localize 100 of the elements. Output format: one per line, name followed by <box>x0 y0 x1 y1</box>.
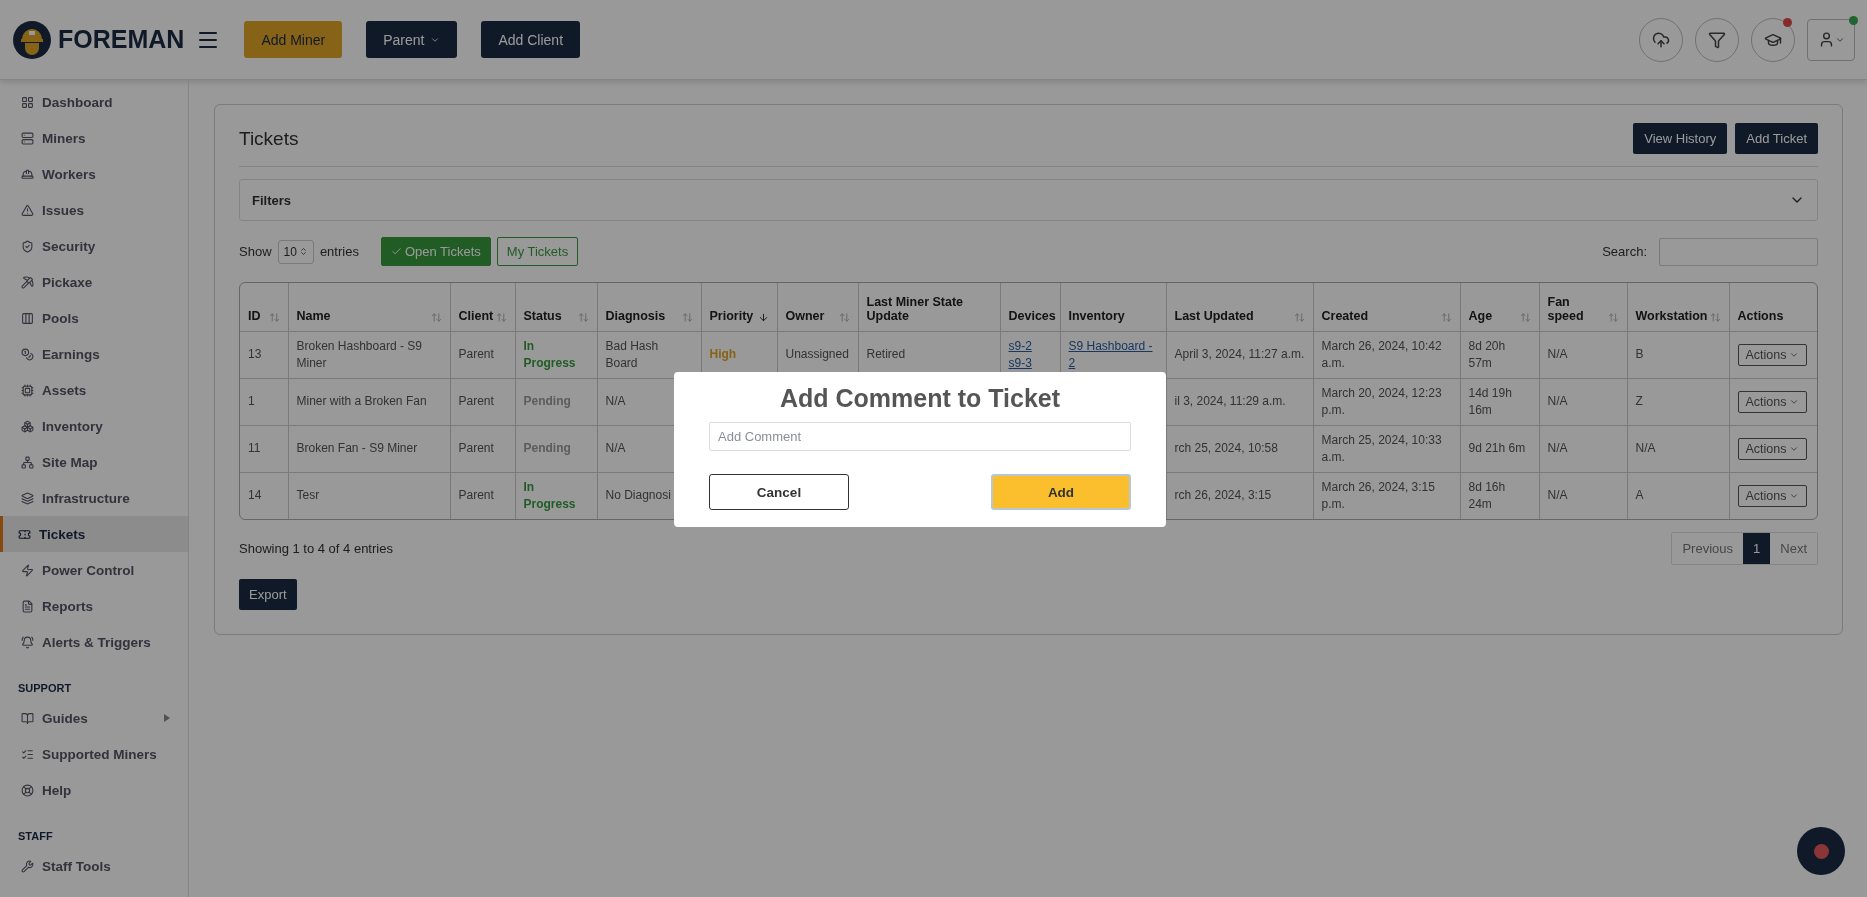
column-header: ID <box>248 308 261 323</box>
table-cell: Parent <box>458 441 494 455</box>
table-cell: March 20, 2024, 12:23 p.m. <box>1321 385 1442 417</box>
actions-dropdown-button[interactable]: Actions <box>1737 484 1807 507</box>
table-cell: 13 <box>248 347 262 361</box>
table-cell: Parent <box>458 347 494 361</box>
columns-icon <box>21 311 34 325</box>
ticket-filter-button[interactable]: My Tickets <box>496 237 579 266</box>
chip-icon <box>21 383 34 397</box>
sidebar-item[interactable]: Tickets <box>0 516 188 552</box>
network-icon <box>21 455 34 469</box>
table-cell: March 26, 2024, 3:15 p.m. <box>1321 479 1435 511</box>
table-cell: 11 <box>248 441 261 455</box>
filters-panel[interactable]: Filters <box>239 179 1818 221</box>
sort-arrows-icon[interactable] <box>1440 311 1452 323</box>
sidebar-item[interactable]: Earnings <box>0 336 188 372</box>
sidebar-item[interactable]: Supported Miners <box>0 736 188 772</box>
sort-arrows-icon[interactable] <box>1519 311 1531 323</box>
entries-select[interactable]: 10 <box>277 239 314 264</box>
column-header: Actions <box>1737 308 1784 323</box>
academy-button[interactable] <box>1751 17 1795 62</box>
sidebar-item[interactable]: Power Control <box>0 552 188 588</box>
sidebar-item[interactable]: Issues <box>0 192 188 228</box>
server-icon <box>21 131 34 145</box>
sidebar-item[interactable]: Pickaxe <box>0 264 188 300</box>
client-dropdown-button[interactable]: Parent <box>366 21 458 58</box>
actions-dropdown-button[interactable]: Actions <box>1737 343 1807 366</box>
sidebar-item[interactable]: Miners <box>0 120 188 156</box>
table-cell: N/A <box>1547 347 1568 361</box>
sort-arrows-icon[interactable] <box>1293 311 1305 323</box>
header-button[interactable]: Add Miner <box>244 21 343 58</box>
device-link[interactable]: s9-3 <box>1008 354 1032 372</box>
sidebar-item[interactable]: Dashboard <box>0 84 188 120</box>
sort-arrows-icon[interactable] <box>495 311 507 323</box>
column-header: Created <box>1321 308 1369 323</box>
user-menu-button[interactable] <box>1807 18 1855 61</box>
column-header: Last Updated <box>1174 308 1254 323</box>
sidebar-item[interactable]: Alerts & Triggers <box>0 624 188 660</box>
sidebar-item[interactable]: Infrastructure <box>0 480 188 516</box>
sort-arrow-icon[interactable] <box>757 311 769 323</box>
table-cell: N/A <box>1547 488 1568 503</box>
table-cell: Parent <box>458 394 494 408</box>
sidebar-item[interactable]: Assets <box>0 372 188 408</box>
sidebar-item[interactable]: Reports <box>0 588 188 624</box>
sort-arrows-icon[interactable] <box>268 311 280 323</box>
header-button[interactable]: Add Client <box>481 21 581 58</box>
check-icon <box>390 246 402 257</box>
table-cell: Broken Fan - S9 Miner <box>296 441 418 455</box>
export-button[interactable]: Export <box>239 579 297 610</box>
sidebar-item[interactable]: Pools <box>0 300 188 336</box>
search-field[interactable] <box>1659 237 1818 266</box>
add-button[interactable]: Add <box>991 474 1131 510</box>
sidebar-item[interactable]: Site Map <box>0 444 188 480</box>
sort-arrows-icon[interactable] <box>577 311 589 323</box>
sort-arrows-icon[interactable] <box>1709 311 1721 323</box>
table-cell: 14 <box>248 488 262 503</box>
table-cell: Retired <box>866 347 906 361</box>
ticket-filter-button[interactable]: Open Tickets <box>380 237 491 266</box>
sort-arrows-icon[interactable] <box>430 311 442 323</box>
sort-arrows-icon[interactable] <box>838 311 850 323</box>
pagination-button[interactable]: 1 <box>1743 533 1771 564</box>
card-button[interactable]: Add Ticket <box>1735 123 1818 154</box>
sort-arrows-icon[interactable] <box>1607 311 1619 323</box>
sidebar-item[interactable]: Security <box>0 228 188 264</box>
shield-icon <box>21 239 34 253</box>
table-cell: Broken Hashboard - S9 Miner <box>296 338 422 370</box>
table-cell: 8d 20h 57m <box>1468 338 1506 370</box>
sidebar-item[interactable]: Help <box>0 772 188 808</box>
device-link[interactable]: s9-2 <box>1008 337 1032 355</box>
book-icon <box>21 711 34 725</box>
sort-arrows-icon[interactable] <box>681 311 693 323</box>
cancel-button[interactable]: Cancel <box>709 474 849 510</box>
card-button[interactable]: View History <box>1633 123 1728 154</box>
column-header: Client <box>458 308 494 323</box>
status-text: In Progress <box>523 338 576 370</box>
warning-icon <box>21 203 34 217</box>
sidebar-item[interactable]: Inventory <box>0 408 188 444</box>
sidebar-item[interactable]: Staff Tools <box>0 848 188 884</box>
table-cell: N/A <box>605 441 626 455</box>
sidebar-item[interactable]: Guides <box>0 700 188 736</box>
coins-icon <box>21 347 34 361</box>
inventory-link[interactable]: S9 Hashboard - 2 <box>1068 337 1158 372</box>
status-text: In Progress <box>523 479 576 511</box>
filter-button[interactable] <box>1695 17 1739 62</box>
grid-icon <box>21 95 34 109</box>
checklist-icon <box>21 747 34 761</box>
sidebar-item[interactable]: Workers <box>0 156 188 192</box>
table-cell: 1 <box>248 394 255 408</box>
column-header: Owner <box>785 308 825 323</box>
chat-button[interactable] <box>1797 827 1845 875</box>
comment-field[interactable]: Add Comment <box>709 422 1131 451</box>
priority-text: High <box>709 347 737 361</box>
sidebar-heading: STAFF <box>17 829 54 844</box>
actions-dropdown-button[interactable]: Actions <box>1737 437 1807 460</box>
actions-dropdown-button[interactable]: Actions <box>1737 390 1807 413</box>
upload-button[interactable] <box>1639 17 1683 62</box>
table-cell: A <box>1635 488 1644 503</box>
boxes-icon <box>21 419 34 433</box>
column-header: Fan speed <box>1547 294 1585 323</box>
cloud-upload-icon <box>1652 30 1670 49</box>
